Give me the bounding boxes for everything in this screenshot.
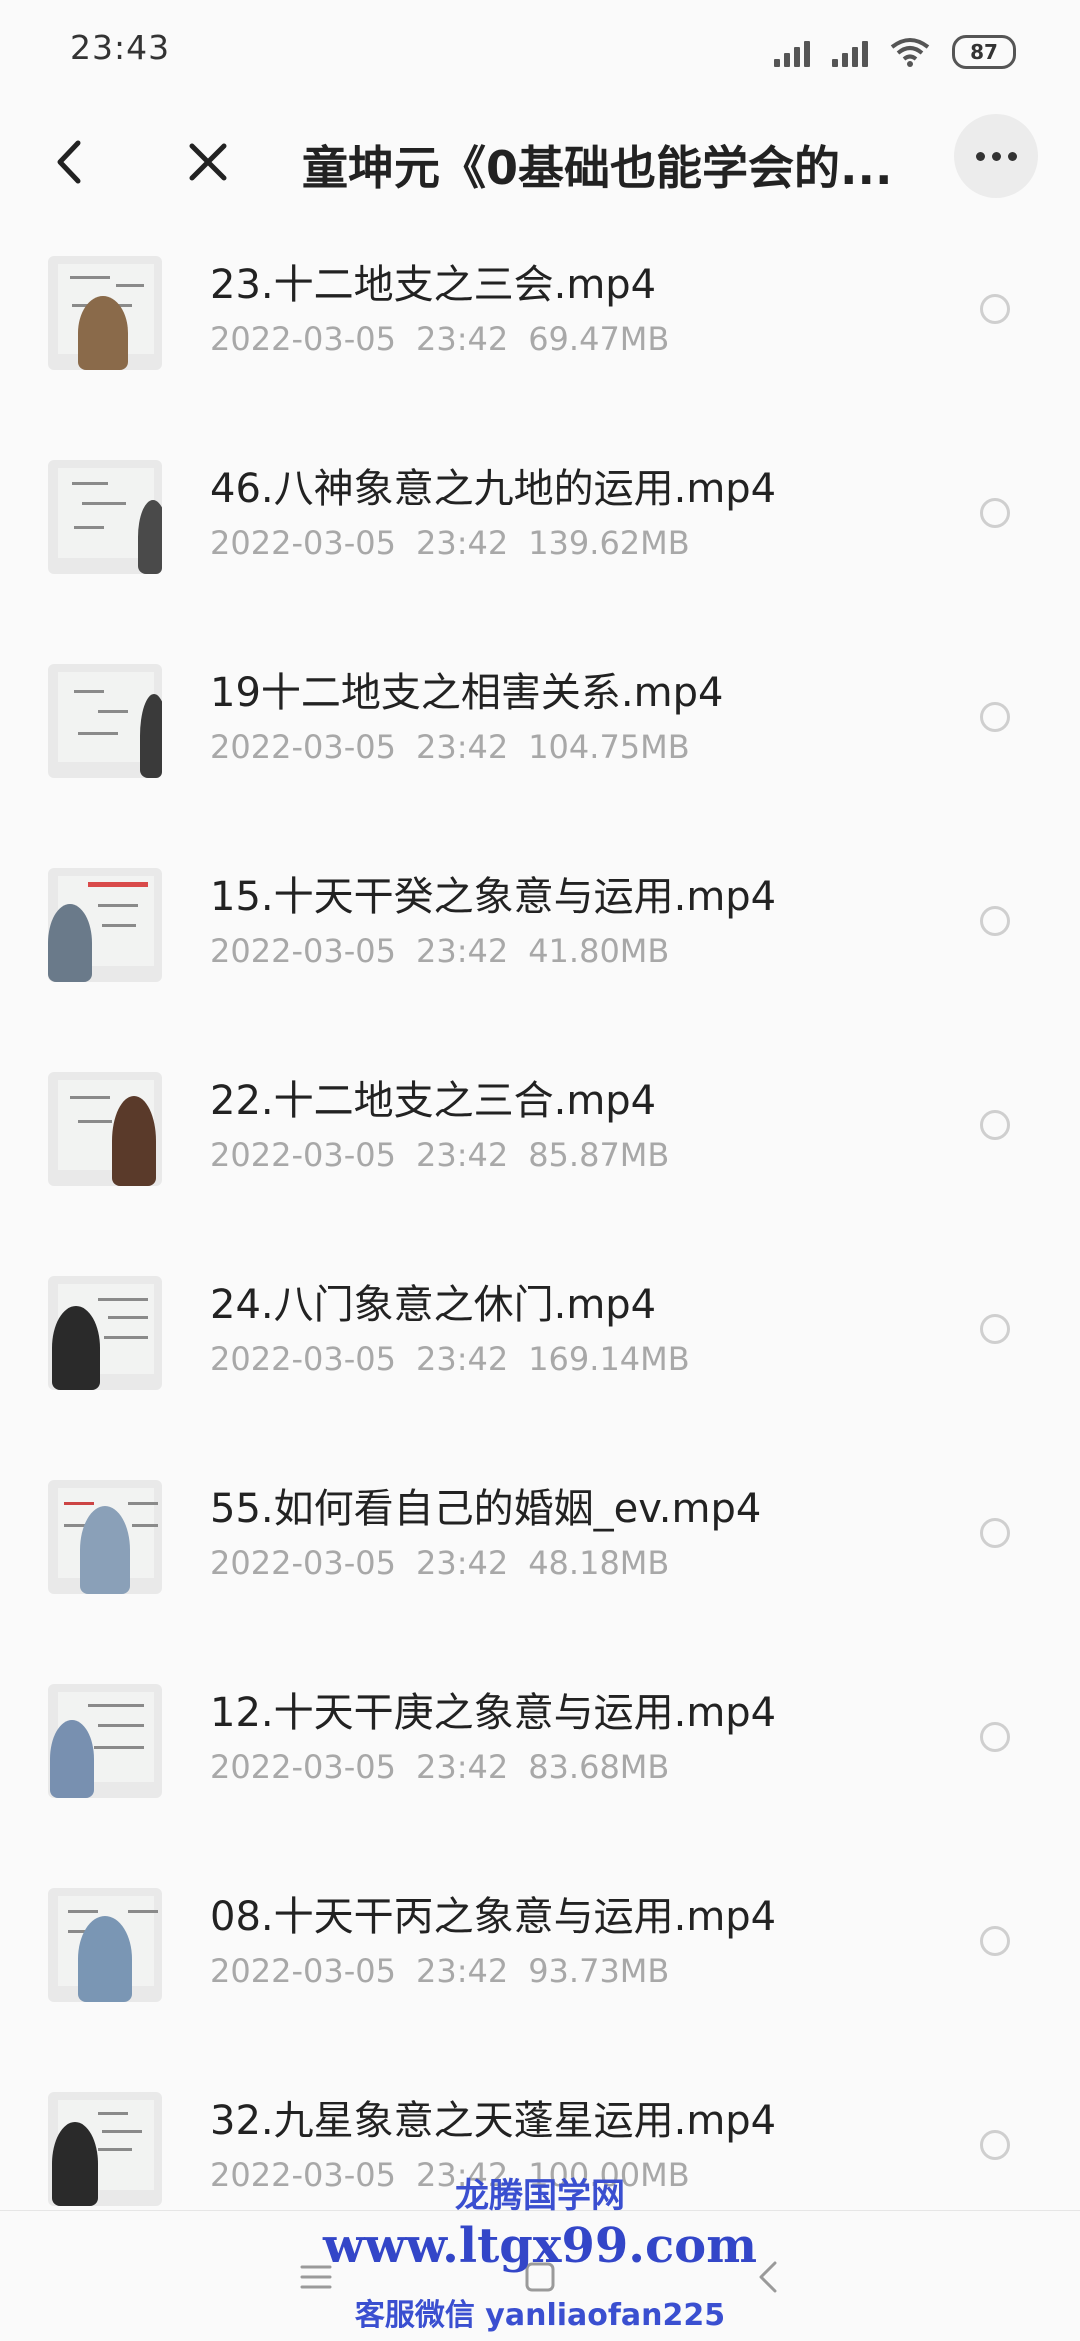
file-name: 19十二地支之相害关系.mp4 xyxy=(210,670,724,716)
file-time: 23:42 xyxy=(415,320,509,358)
list-item[interactable]: 19十二地支之相害关系.mp4 2022-03-05 23:42 104.75MB xyxy=(0,640,1080,844)
file-date: 2022-03-05 xyxy=(210,1952,396,1990)
file-date: 2022-03-05 xyxy=(210,1136,396,1174)
file-size: 83.68MB xyxy=(528,1748,670,1786)
file-meta: 2022-03-05 23:42 41.80MB xyxy=(210,932,689,970)
file-time: 23:42 xyxy=(415,1136,509,1174)
list-item[interactable]: 23.十二地支之三会.mp4 2022-03-05 23:42 69.47MB xyxy=(0,232,1080,436)
select-radio[interactable] xyxy=(980,702,1010,732)
file-name: 55.如何看自己的婚姻_ev.mp4 xyxy=(210,1486,762,1532)
file-date: 2022-03-05 xyxy=(210,1748,396,1786)
list-item[interactable]: 24.八门象意之休门.mp4 2022-03-05 23:42 169.14MB xyxy=(0,1252,1080,1456)
video-thumbnail xyxy=(48,460,162,574)
file-size: 104.75MB xyxy=(528,728,690,766)
file-meta: 2022-03-05 23:42 104.75MB xyxy=(210,728,710,766)
status-bar: 23:43 87 xyxy=(0,0,1080,100)
list-item[interactable]: 46.八神象意之九地的运用.mp4 2022-03-05 23:42 139.62M… xyxy=(0,436,1080,640)
file-name: 15.十天干癸之象意与运用.mp4 xyxy=(210,874,777,920)
video-thumbnail xyxy=(48,1480,162,1594)
file-meta: 2022-03-05 23:42 48.18MB xyxy=(210,1544,689,1582)
file-meta: 2022-03-05 23:42 93.73MB xyxy=(210,1952,689,1990)
file-name: 12.十天干庚之象意与运用.mp4 xyxy=(210,1690,777,1736)
select-radio[interactable] xyxy=(980,2130,1010,2160)
file-meta: 2022-03-05 23:42 85.87MB xyxy=(210,1136,689,1174)
file-time: 23:42 xyxy=(415,728,509,766)
list-item[interactable]: 08.十天干丙之象意与运用.mp4 2022-03-05 23:42 93.73MB xyxy=(0,1864,1080,2068)
file-date: 2022-03-05 xyxy=(210,728,396,766)
file-size: 139.62MB xyxy=(528,524,690,562)
header: 童坤元《0基础也能学会的... xyxy=(0,100,1080,230)
watermark-url: www.ltgx99.com xyxy=(323,2218,757,2274)
select-radio[interactable] xyxy=(980,1314,1010,1344)
file-meta: 2022-03-05 23:42 69.47MB xyxy=(210,320,689,358)
signal-icon xyxy=(832,37,868,67)
file-meta: 2022-03-05 23:42 83.68MB xyxy=(210,1748,689,1786)
more-dots-icon xyxy=(975,151,985,161)
file-meta: 2022-03-05 23:42 139.62MB xyxy=(210,524,710,562)
file-size: 69.47MB xyxy=(528,320,670,358)
file-time: 23:42 xyxy=(415,524,509,562)
file-size: 85.87MB xyxy=(528,1136,670,1174)
file-name: 46.八神象意之九地的运用.mp4 xyxy=(210,466,777,512)
select-radio[interactable] xyxy=(980,294,1010,324)
file-date: 2022-03-05 xyxy=(210,320,396,358)
list-item[interactable]: 15.十天干癸之象意与运用.mp4 2022-03-05 23:42 41.80MB xyxy=(0,844,1080,1048)
file-size: 41.80MB xyxy=(528,932,670,970)
file-date: 2022-03-05 xyxy=(210,1340,396,1378)
file-time: 23:42 xyxy=(415,1340,509,1378)
signal-icon xyxy=(774,37,810,67)
wifi-icon xyxy=(890,38,930,67)
video-thumbnail xyxy=(48,256,162,370)
file-time: 23:42 xyxy=(415,1748,509,1786)
video-thumbnail xyxy=(48,1276,162,1390)
select-radio[interactable] xyxy=(980,1722,1010,1752)
file-list: 23.十二地支之三会.mp4 2022-03-05 23:42 69.47MB 46… xyxy=(0,232,1080,2272)
file-date: 2022-03-05 xyxy=(210,1544,396,1582)
back-button[interactable] xyxy=(30,122,110,202)
more-dot xyxy=(1007,151,1017,161)
file-size: 169.14MB xyxy=(528,1340,690,1378)
select-radio[interactable] xyxy=(980,1110,1010,1140)
file-time: 23:42 xyxy=(415,1544,509,1582)
more-button[interactable] xyxy=(954,114,1038,198)
battery-indicator: 87 xyxy=(952,35,1016,69)
select-radio[interactable] xyxy=(980,906,1010,936)
video-thumbnail xyxy=(48,1888,162,2002)
video-thumbnail xyxy=(48,1684,162,1798)
file-date: 2022-03-05 xyxy=(210,932,396,970)
file-time: 23:42 xyxy=(415,1952,509,1990)
watermark-contact: 客服微信 yanliaofan225 xyxy=(354,2298,726,2333)
status-icons: 87 xyxy=(774,34,1016,70)
close-button[interactable] xyxy=(168,122,248,202)
more-dot xyxy=(991,151,1001,161)
file-name: 08.十天干丙之象意与运用.mp4 xyxy=(210,1894,777,1940)
video-thumbnail xyxy=(48,1072,162,1186)
file-name: 23.十二地支之三会.mp4 xyxy=(210,262,657,308)
video-thumbnail xyxy=(48,664,162,778)
page-title: 童坤元《0基础也能学会的... xyxy=(302,141,893,195)
file-size: 48.18MB xyxy=(528,1544,670,1582)
file-name: 24.八门象意之休门.mp4 xyxy=(210,1282,657,1328)
select-radio[interactable] xyxy=(980,498,1010,528)
file-name: 32.九星象意之天蓬星运用.mp4 xyxy=(210,2098,777,2144)
list-item[interactable]: 12.十天干庚之象意与运用.mp4 2022-03-05 23:42 83.68MB xyxy=(0,1660,1080,1864)
file-name: 22.十二地支之三合.mp4 xyxy=(210,1078,657,1124)
status-time: 23:43 xyxy=(70,28,171,67)
close-icon xyxy=(189,143,227,181)
select-radio[interactable] xyxy=(980,1926,1010,1956)
watermark-site-name: 龙腾国学网 xyxy=(455,2176,625,2216)
video-thumbnail xyxy=(48,868,162,982)
select-radio[interactable] xyxy=(980,1518,1010,1548)
file-time: 23:42 xyxy=(415,932,509,970)
file-size: 93.73MB xyxy=(528,1952,670,1990)
chevron-left-icon xyxy=(57,140,81,184)
list-item[interactable]: 55.如何看自己的婚姻_ev.mp4 2022-03-05 23:42 48.18M… xyxy=(0,1456,1080,1660)
list-item[interactable]: 22.十二地支之三合.mp4 2022-03-05 23:42 85.87MB xyxy=(0,1048,1080,1252)
file-meta: 2022-03-05 23:42 169.14MB xyxy=(210,1340,710,1378)
file-date: 2022-03-05 xyxy=(210,524,396,562)
